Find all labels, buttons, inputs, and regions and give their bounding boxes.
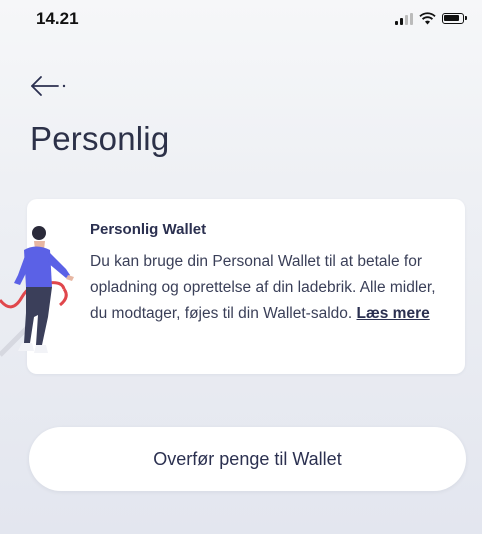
signal-icon: [395, 12, 413, 25]
status-bar: 14.21: [0, 0, 482, 40]
battery-icon: [442, 13, 467, 24]
info-card: Personlig Wallet Du kan bruge din Person…: [27, 199, 465, 374]
status-time: 14.21: [36, 9, 79, 28]
wifi-icon: [419, 12, 436, 25]
transfer-to-wallet-button[interactable]: Overfør penge til Wallet: [29, 427, 466, 491]
card-title: Personlig Wallet: [90, 221, 207, 238]
read-more-link[interactable]: Læs mere: [357, 305, 430, 322]
person-with-charging-cable-illustration: [0, 226, 74, 357]
back-button[interactable]: [28, 70, 68, 102]
page-title: Personlig: [30, 120, 170, 157]
arrow-left-icon: [31, 76, 66, 96]
card-body: Du kan bruge din Personal Wallet til at …: [90, 249, 450, 327]
status-icons: [395, 12, 467, 25]
